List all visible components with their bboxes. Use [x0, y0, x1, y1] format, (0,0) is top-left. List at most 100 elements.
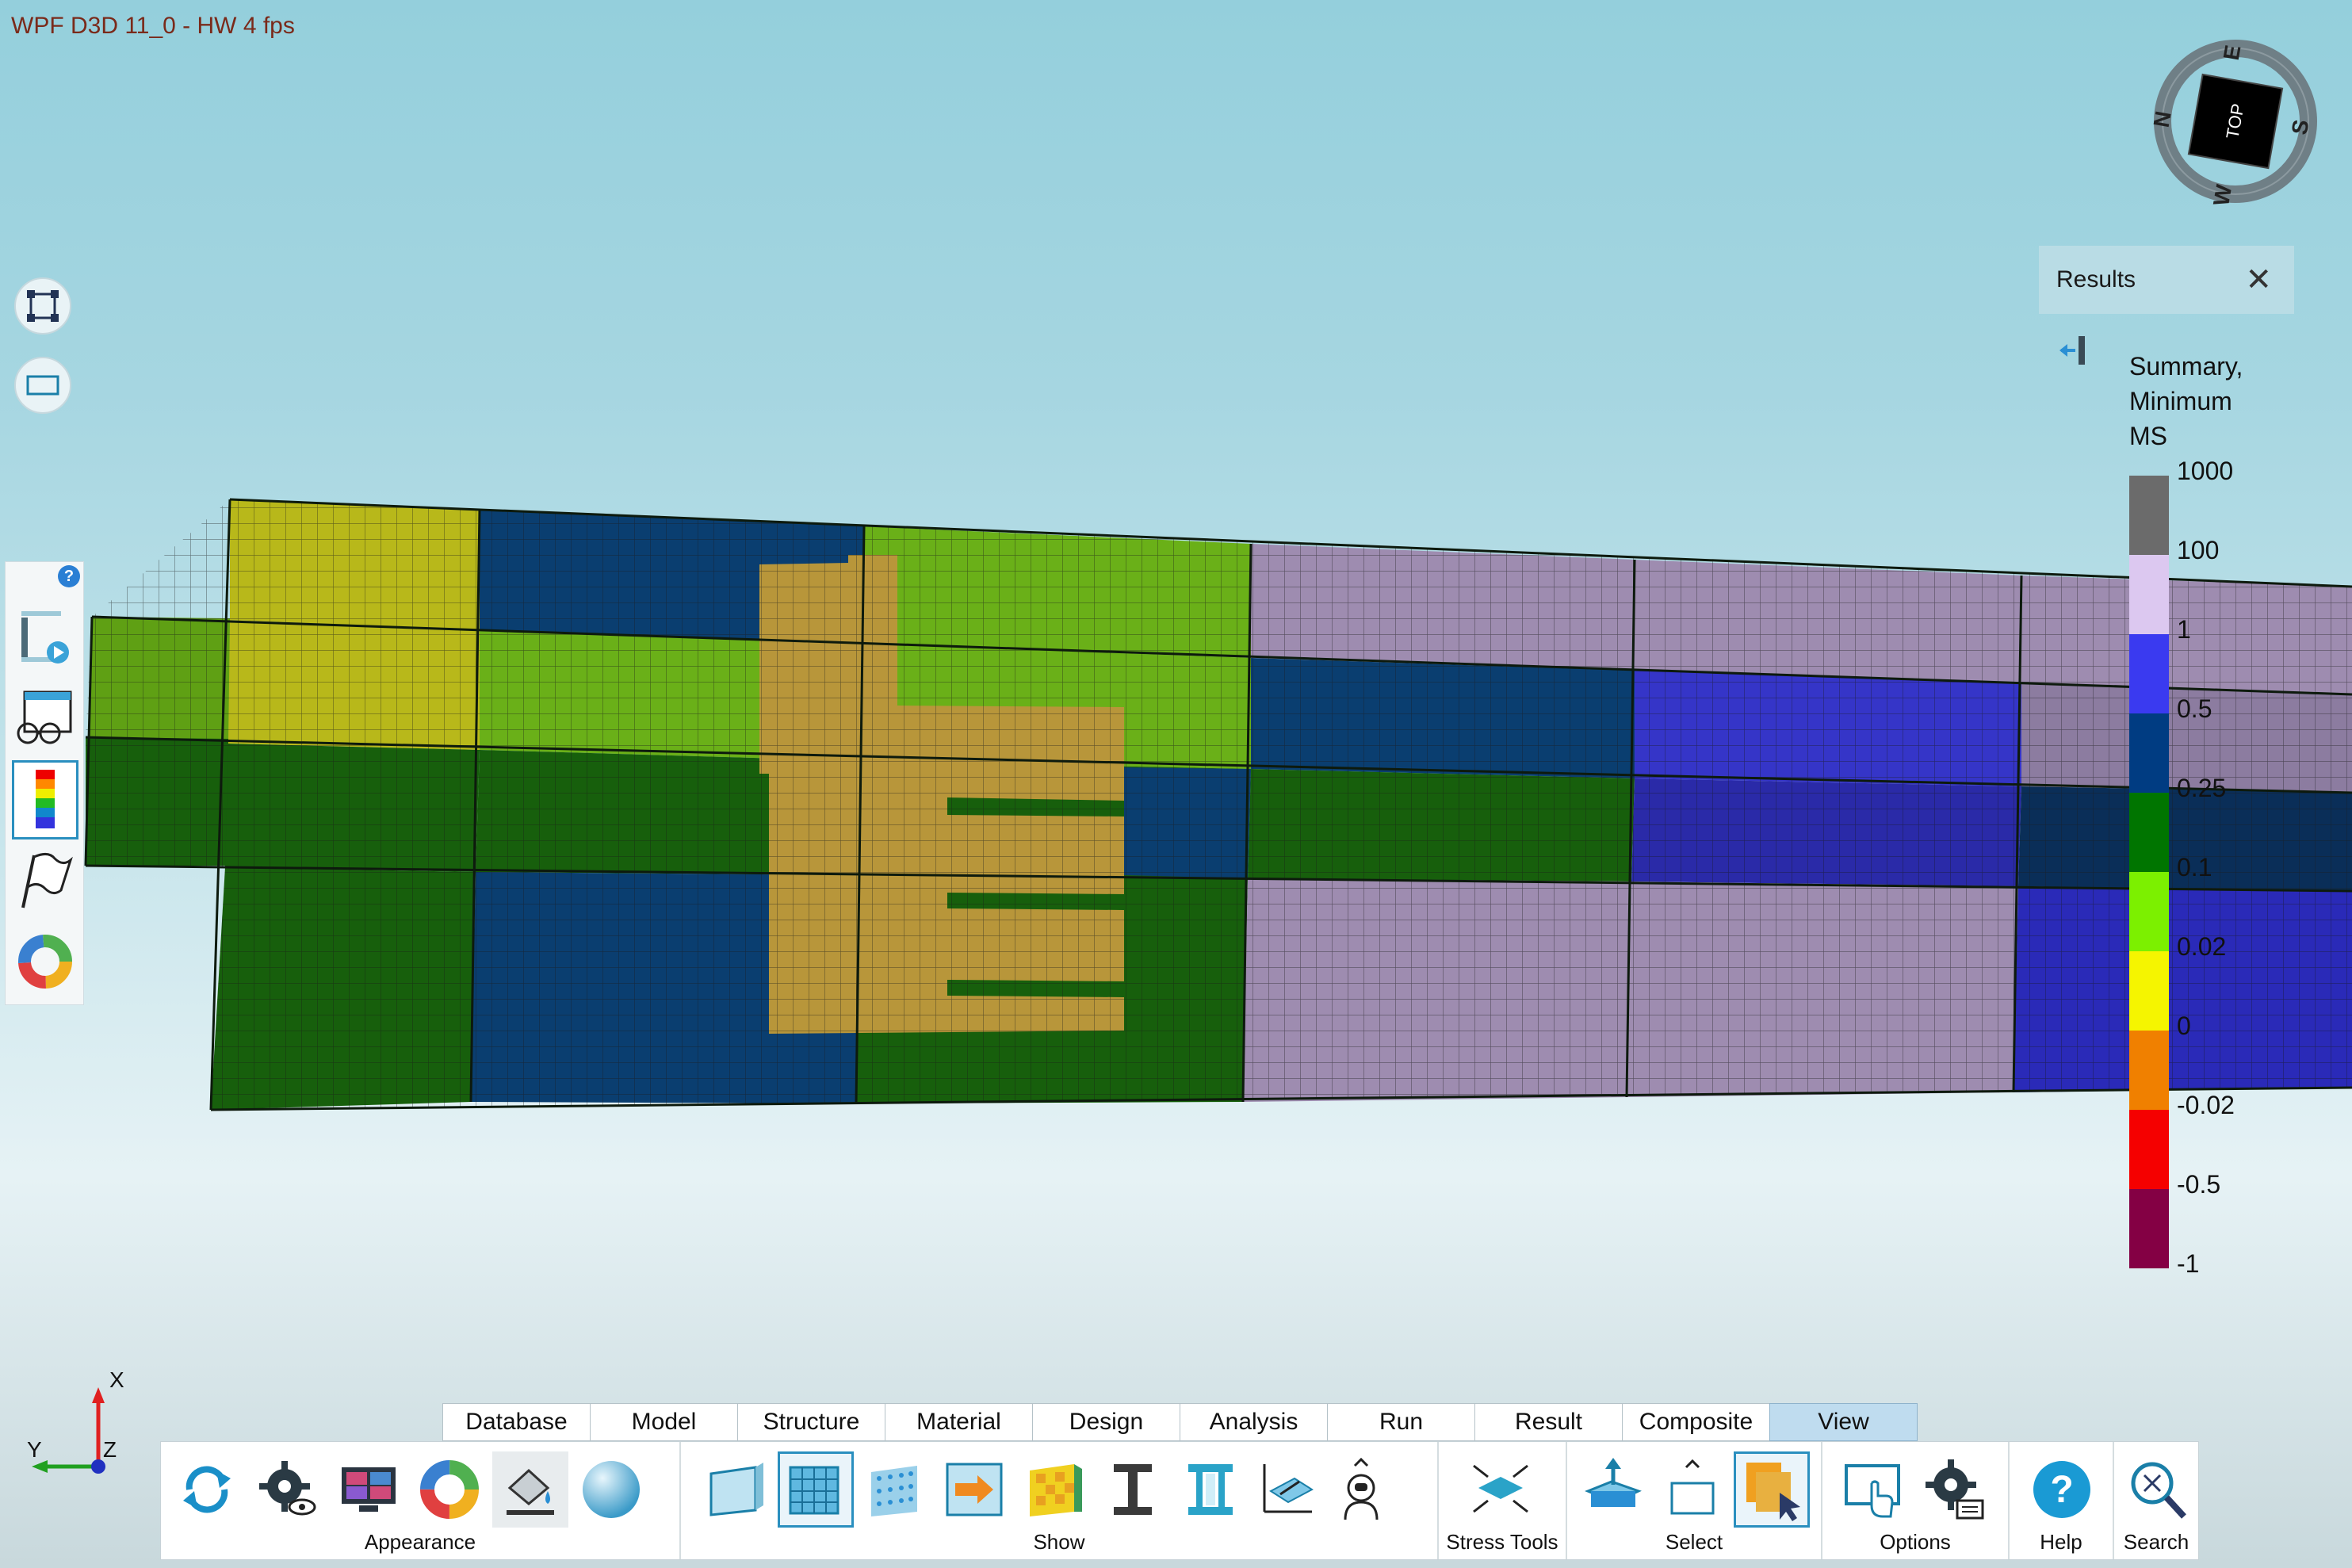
ribbon-panel: Appearance Show Stress Tools Select Opti… — [160, 1441, 2199, 1560]
display-button[interactable] — [331, 1451, 407, 1528]
legend-label: 0.25 — [2177, 774, 2227, 802]
results-panel-header: Results ✕ — [2039, 246, 2294, 314]
model-viewport[interactable] — [0, 0, 2352, 1237]
view-settings-button[interactable] — [250, 1451, 326, 1528]
tab-database[interactable]: Database — [442, 1403, 591, 1441]
flag-button[interactable] — [12, 841, 78, 920]
structure-mesh — [84, 498, 2352, 1111]
appearance-group: Appearance — [161, 1442, 681, 1559]
refresh-icon — [183, 1466, 231, 1513]
view-cube-compass[interactable]: TOP N E S W — [2152, 38, 2319, 205]
legend-color-swatch — [2129, 951, 2169, 1031]
dot-grid-icon — [871, 1466, 917, 1516]
fit-view-button[interactable] — [14, 277, 71, 335]
select-group: Select — [1567, 1442, 1822, 1559]
legend-color-swatch — [2129, 872, 2169, 951]
paint-bucket-icon — [507, 1468, 554, 1515]
color-wheel-ribbon-button[interactable] — [411, 1451, 488, 1528]
monitor-icon — [342, 1467, 396, 1512]
legend-label: -0.02 — [2177, 1091, 2235, 1119]
options-display-button[interactable] — [1835, 1451, 1911, 1528]
paint-bucket-button[interactable] — [492, 1451, 568, 1528]
legend-color-swatch — [2129, 1031, 2169, 1110]
tab-run[interactable]: Run — [1327, 1403, 1475, 1441]
tab-view[interactable]: View — [1769, 1403, 1918, 1441]
select-element-icon — [1746, 1463, 1800, 1521]
select-element-button[interactable] — [1734, 1451, 1810, 1528]
tab-material[interactable]: Material — [885, 1403, 1033, 1441]
left-toolbar-help-icon[interactable]: ? — [58, 565, 80, 587]
svg-text:Z: Z — [103, 1437, 117, 1462]
legend-color-swatch — [2129, 713, 2169, 793]
help-group-label: Help — [2040, 1530, 2082, 1554]
tab-analysis[interactable]: Analysis — [1180, 1403, 1328, 1441]
tab-composite[interactable]: Composite — [1622, 1403, 1770, 1441]
select-face-button[interactable] — [1575, 1451, 1651, 1528]
rectangle-zoom-icon — [26, 375, 59, 396]
search-button[interactable] — [2119, 1451, 2195, 1528]
show-beams-button[interactable] — [1095, 1451, 1171, 1528]
show-loads-button[interactable] — [936, 1451, 1012, 1528]
select-box-button[interactable] — [1654, 1451, 1731, 1528]
stress-tools-button[interactable] — [1463, 1451, 1539, 1528]
show-mesh-button[interactable] — [778, 1451, 854, 1528]
stress-tools-group: Stress Tools — [1439, 1442, 1567, 1559]
touch-screen-icon — [1845, 1464, 1900, 1518]
legend-color-swatch — [2129, 555, 2169, 634]
tab-result[interactable]: Result — [1474, 1403, 1623, 1441]
legend-label: 0.02 — [2177, 932, 2227, 961]
legend-label: 1000 — [2177, 457, 2234, 485]
options-settings-button[interactable] — [1918, 1451, 1994, 1528]
left-toolbar: ? — [5, 561, 84, 1005]
mesh-grid-icon — [789, 1466, 839, 1515]
rectangle-zoom-button[interactable] — [14, 357, 71, 414]
stress-arrows-icon — [1473, 1464, 1528, 1513]
show-coordinates-button[interactable] — [1249, 1451, 1325, 1528]
legend-label: 0.1 — [2177, 853, 2212, 882]
search-group: Search — [2114, 1442, 2198, 1559]
view-glasses-button[interactable] — [12, 679, 78, 759]
section-beam-icon — [1188, 1464, 1233, 1515]
show-nodes-button[interactable] — [857, 1451, 933, 1528]
search-icon — [2131, 1462, 2186, 1519]
flag-icon — [21, 853, 73, 908]
astronaut-icon — [1344, 1457, 1379, 1520]
stress-tools-group-label: Stress Tools — [1446, 1530, 1558, 1554]
select-face-icon — [1585, 1458, 1642, 1507]
color-legend-icon — [36, 770, 55, 828]
tab-structure[interactable]: Structure — [737, 1403, 885, 1441]
i-beam-icon — [1114, 1464, 1152, 1515]
section-play-button[interactable] — [12, 599, 78, 678]
select-group-label: Select — [1665, 1530, 1723, 1554]
color-legend-button[interactable] — [12, 760, 78, 839]
gear-eye-icon — [259, 1461, 316, 1516]
show-sections-button[interactable] — [1172, 1451, 1249, 1528]
legend-color-swatch — [2129, 793, 2169, 872]
svg-text:?: ? — [2050, 1469, 2073, 1511]
help-group: ? Help — [2010, 1442, 2114, 1559]
show-surfaces-button[interactable] — [698, 1451, 774, 1528]
show-group-label: Show — [1033, 1530, 1085, 1554]
help-button[interactable]: ? — [2024, 1451, 2100, 1528]
fit-view-icon — [27, 290, 59, 322]
view-glasses-icon — [17, 690, 72, 744]
legend-color-swatch — [2129, 476, 2169, 555]
tab-design[interactable]: Design — [1032, 1403, 1180, 1441]
refresh-button[interactable] — [169, 1451, 245, 1528]
legend-label: 1 — [2177, 615, 2191, 644]
legend-label: -0.5 — [2177, 1170, 2221, 1199]
legend-label: 100 — [2177, 536, 2220, 564]
legend-label: -1 — [2177, 1249, 2200, 1278]
astronaut-view-button[interactable] — [1323, 1451, 1399, 1528]
appearance-group-label: Appearance — [364, 1530, 476, 1554]
show-checker-button[interactable] — [1015, 1451, 1092, 1528]
ribbon-tabs: Database Model Structure Material Design… — [442, 1403, 1918, 1441]
color-wheel-button[interactable] — [12, 922, 78, 1001]
shading-sphere-button[interactable] — [573, 1451, 649, 1528]
color-wheel-icon — [420, 1460, 479, 1519]
close-icon[interactable]: ✕ — [2245, 262, 2272, 298]
color-wheel-icon — [18, 935, 72, 989]
pin-panel-icon[interactable] — [2056, 333, 2091, 368]
section-play-icon — [21, 611, 69, 664]
tab-model[interactable]: Model — [590, 1403, 738, 1441]
